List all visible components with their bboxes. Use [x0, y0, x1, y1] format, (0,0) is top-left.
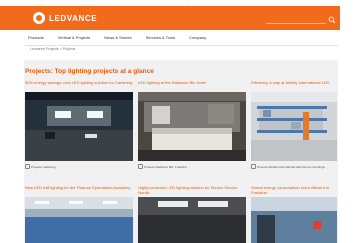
logo-mark-icon	[33, 12, 45, 24]
project-image-hotel-room[interactable]	[138, 92, 246, 161]
breadcrumb[interactable]: Ledvance Projects > Projects	[30, 47, 75, 51]
project-card-frankfurt[interactable]: Global energy consumption more efficient…	[251, 185, 337, 243]
caption-text: Projects Carlsberg	[31, 164, 56, 169]
page-title: Projects: Top lighting projects at a gla…	[25, 68, 154, 75]
logo-text: LEDVANCE	[49, 13, 98, 23]
card-title[interactable]: LED lighting at the Radisson Blu Hotel	[138, 80, 246, 85]
nav-item-company[interactable]: Company	[189, 33, 206, 43]
card-title[interactable]: Efficiency & way at Mobity International…	[251, 80, 337, 85]
project-image-storage-shelves[interactable]	[251, 92, 337, 161]
card-caption: Projects Mobile International LED Recomm…	[251, 164, 325, 169]
camera-icon	[251, 164, 256, 169]
page-right-margin	[340, 0, 362, 243]
project-card-electro-service[interactable]: Highly luminous LED lighting solution fo…	[138, 185, 246, 243]
card-title[interactable]: Global energy consumption more efficient…	[251, 185, 337, 195]
card-caption: Projects Radisson Blu, Frankfurt	[138, 164, 187, 169]
search-icon[interactable]	[328, 16, 336, 24]
caption-text: Projects Radisson Blu, Frankfurt	[144, 164, 188, 169]
nav-item-services-tools[interactable]: Services & Tools	[146, 33, 176, 43]
card-title[interactable]: New LED hall lighting for the Finance Gy…	[25, 185, 133, 190]
project-card-gymnastics[interactable]: New LED hall lighting for the Finance Gy…	[25, 185, 133, 243]
project-image-gym-hall[interactable]	[25, 197, 133, 243]
project-card-radisson[interactable]: LED lighting at the Radisson Blu Hotel P…	[138, 80, 246, 180]
camera-icon	[25, 164, 30, 169]
nav-item-news-stories[interactable]: News & Stories	[104, 33, 131, 43]
nav-item-products[interactable]: Products	[28, 33, 44, 43]
card-title[interactable]: Highly luminous LED lighting solution fo…	[138, 185, 246, 195]
card-caption: Projects Carlsberg	[25, 164, 56, 169]
ledvance-projects-page: LEDVANCE Products Vertical & Projects Ne…	[0, 0, 362, 243]
project-card-carlsberg[interactable]: 50% energy savings: new LED lighting sol…	[25, 80, 133, 180]
project-image-electro-room[interactable]	[138, 197, 246, 243]
project-card-mobility[interactable]: Efficiency & way at Mobity International…	[251, 80, 337, 180]
main-nav: Products Vertical & Projects News & Stor…	[28, 33, 220, 43]
nav-item-vertical-projects[interactable]: Vertical & Projects	[58, 33, 90, 43]
search-input[interactable]	[266, 23, 326, 24]
camera-icon	[138, 164, 143, 169]
card-title[interactable]: 50% energy savings: new LED lighting sol…	[25, 80, 133, 85]
project-image-frankfurt-office[interactable]	[251, 197, 337, 243]
nav-divider	[24, 45, 338, 46]
caption-text: Projects Mobile International LED Recomm…	[257, 164, 325, 169]
ledvance-logo[interactable]: LEDVANCE	[33, 12, 97, 24]
site-header: LEDVANCE	[0, 6, 362, 30]
project-image-warehouse-night[interactable]	[25, 92, 133, 161]
